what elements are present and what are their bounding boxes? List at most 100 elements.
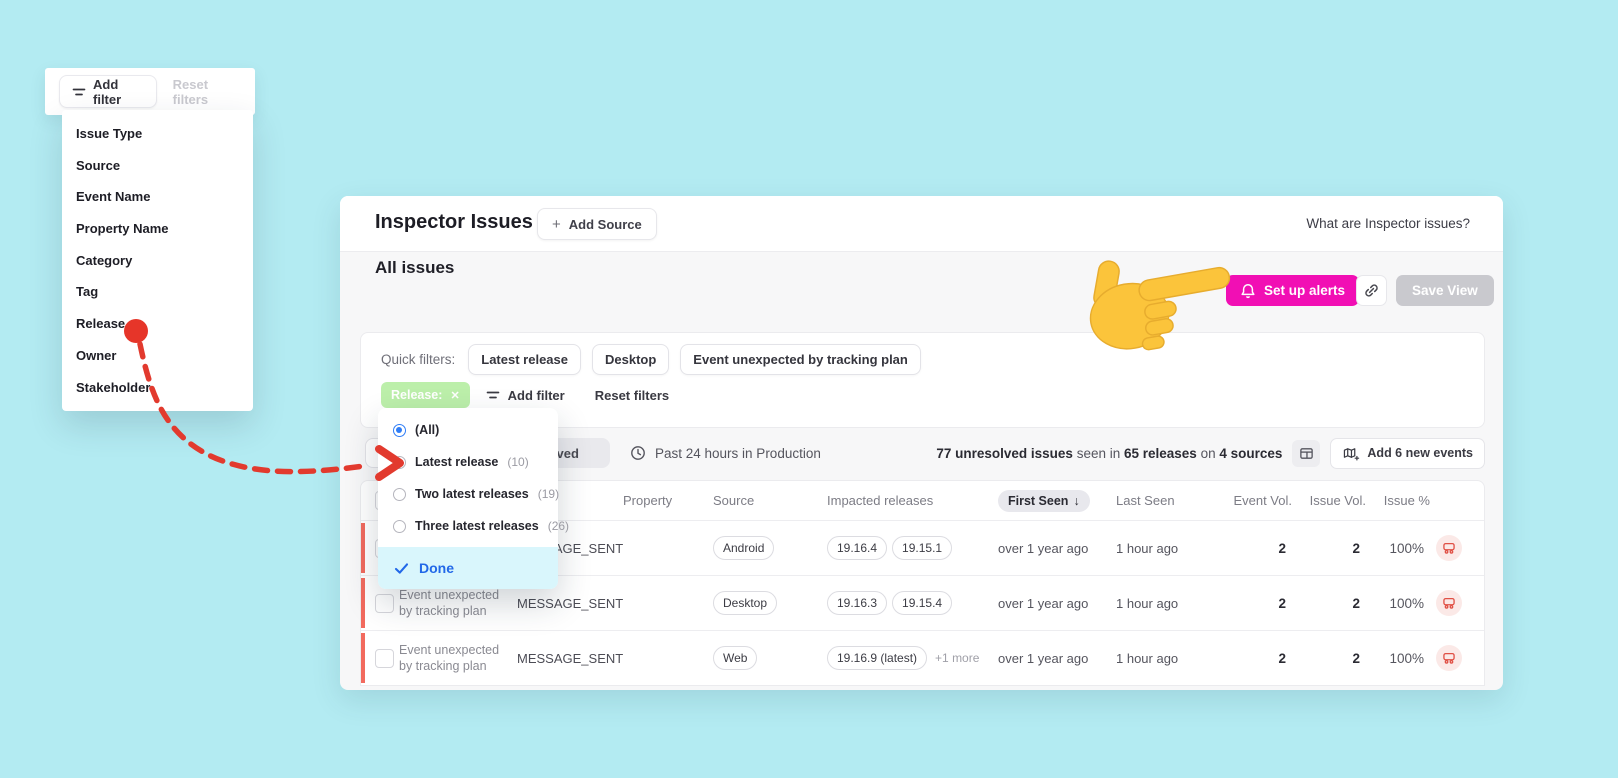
- reset-filters-button[interactable]: Reset filters: [595, 388, 669, 403]
- last-seen-cell: 1 hour ago: [1116, 540, 1179, 556]
- floating-filter-toolbar: Add filter Reset filters: [45, 68, 255, 115]
- filter-type-menu: Issue Type Source Event Name Property Na…: [62, 110, 253, 411]
- issue-pct-cell: 100%: [1389, 595, 1424, 611]
- bell-icon: [1240, 283, 1256, 299]
- add-new-events-button[interactable]: Add 6 new events: [1330, 437, 1485, 469]
- summary-issues-count: 77 unresolved issues: [936, 445, 1073, 461]
- release-badge: 19.16.9 (latest): [827, 646, 928, 670]
- active-filters-row: Release: ✕ Add filter Reset filters: [381, 382, 669, 408]
- inspector-help-link[interactable]: What are Inspector issues?: [1306, 216, 1470, 231]
- col-issue-vol[interactable]: Issue Vol.: [1298, 493, 1366, 508]
- filter-menu-item-owner[interactable]: Owner: [62, 340, 253, 372]
- release-option-label: (All): [415, 423, 440, 437]
- first-seen-cell: over 1 year ago: [998, 650, 1089, 666]
- close-icon[interactable]: ✕: [450, 389, 459, 402]
- quick-filter-latest-release[interactable]: Latest release: [468, 344, 581, 375]
- copy-link-button[interactable]: [1356, 275, 1387, 306]
- col-event-vol[interactable]: Event Vol.: [1222, 493, 1292, 508]
- link-icon: [1363, 282, 1380, 299]
- table-view-button[interactable]: [1292, 439, 1321, 467]
- tracking-plan-issue-icon: [1436, 645, 1462, 671]
- summary-releases-count: 65 releases: [1124, 445, 1197, 461]
- add-filter-label: Add filter: [93, 76, 122, 107]
- col-first-seen-sorted[interactable]: First Seen ↓: [998, 489, 1090, 512]
- filter-menu-item-issue-type[interactable]: Issue Type: [62, 118, 253, 150]
- row-checkbox[interactable]: [375, 648, 394, 668]
- col-property[interactable]: Property: [623, 493, 707, 508]
- first-seen-cell: over 1 year ago: [998, 595, 1089, 611]
- release-option-count: (10): [507, 455, 529, 469]
- issue-pct-cell: 100%: [1389, 650, 1424, 666]
- release-option-latest[interactable]: Latest release (10): [378, 446, 558, 478]
- add-filter-label: Add filter: [507, 387, 565, 403]
- filter-lines-icon: [72, 86, 86, 98]
- event-vol-cell: 2: [1278, 650, 1286, 666]
- col-impacted-releases[interactable]: Impacted releases: [827, 493, 992, 508]
- filter-menu-item-event-name[interactable]: Event Name: [62, 181, 253, 213]
- table-grid-icon: [1299, 446, 1314, 461]
- quick-filter-desktop[interactable]: Desktop: [592, 344, 670, 375]
- add-filter-button[interactable]: Add filter: [486, 388, 565, 403]
- time-range-label: Past 24 hours in Production: [655, 445, 821, 461]
- add-source-label: Add Source: [568, 216, 642, 232]
- release-option-label: Latest release: [415, 455, 499, 469]
- release-filter-chip[interactable]: Release: ✕: [381, 382, 470, 408]
- summary-sources-count: 4 sources: [1219, 445, 1283, 461]
- release-option-three-latest[interactable]: Three latest releases (26): [378, 510, 569, 542]
- panel-header: Inspector Issues + Add Source What are I…: [340, 196, 1503, 252]
- filter-menu-item-tag[interactable]: Tag: [62, 276, 253, 308]
- release-chip-label: Release:: [391, 388, 443, 402]
- tracking-plan-issue-icon: [1436, 535, 1462, 561]
- issue-vol-cell: 2: [1352, 595, 1360, 611]
- more-releases-label[interactable]: +1 more: [935, 651, 979, 665]
- filter-menu-item-release[interactable]: Release: [62, 308, 253, 340]
- done-button[interactable]: Done: [378, 547, 558, 589]
- first-seen-cell: over 1 year ago: [998, 540, 1089, 556]
- event-vol-cell: 2: [1278, 540, 1286, 556]
- col-issue-pct[interactable]: Issue %: [1372, 493, 1430, 508]
- add-new-events-label: Add 6 new events: [1367, 446, 1473, 460]
- last-seen-cell: 1 hour ago: [1116, 650, 1179, 666]
- filter-menu-item-property-name[interactable]: Property Name: [62, 213, 253, 245]
- set-up-alerts-button[interactable]: Set up alerts: [1226, 275, 1360, 306]
- issue-vol-cell: 2: [1352, 650, 1360, 666]
- release-option-label: Two latest releases: [415, 487, 529, 501]
- add-filter-button[interactable]: Add filter: [59, 75, 157, 108]
- plus-icon: +: [552, 215, 561, 233]
- release-option-two-latest[interactable]: Two latest releases (19): [378, 478, 559, 510]
- filter-menu-item-stakeholder[interactable]: Stakeholder: [62, 372, 253, 404]
- add-source-button[interactable]: + Add Source: [537, 208, 657, 240]
- done-label: Done: [419, 560, 454, 576]
- radio-icon: [393, 455, 406, 469]
- source-badge: Android: [713, 536, 775, 560]
- table-row[interactable]: Event unexpected by tracking plan MESSAG…: [361, 631, 1484, 685]
- col-source[interactable]: Source: [713, 493, 821, 508]
- issues-summary: 77 unresolved issues seen in 65 releases…: [936, 446, 1282, 461]
- release-option-all[interactable]: (All): [378, 414, 558, 446]
- page: Inspector Issues + Add Source What are I…: [0, 0, 1618, 778]
- row-checkbox[interactable]: [375, 593, 394, 613]
- col-last-seen[interactable]: Last Seen: [1116, 493, 1216, 508]
- filter-lines-icon: [486, 389, 500, 401]
- radio-icon: [393, 519, 406, 533]
- quick-filter-event-unexpected[interactable]: Event unexpected by tracking plan: [680, 344, 921, 375]
- reset-filters-button[interactable]: Reset filters: [173, 77, 241, 107]
- release-badge: 19.16.3: [827, 591, 888, 615]
- source-badge: Web: [713, 646, 758, 670]
- source-badge: Desktop: [713, 591, 778, 615]
- release-option-label: Three latest releases: [415, 519, 539, 533]
- event-name-cell: MESSAGE_SENT: [517, 650, 624, 666]
- quick-filters-label: Quick filters:: [381, 352, 456, 367]
- release-option-count: (26): [547, 519, 570, 533]
- quick-filters-row: Quick filters: Latest release Desktop Ev…: [381, 344, 921, 375]
- section-title: All issues: [375, 258, 455, 277]
- filter-menu-item-source[interactable]: Source: [62, 150, 253, 182]
- summary-text: on: [1196, 445, 1220, 461]
- save-view-button[interactable]: Save View: [1396, 275, 1494, 306]
- time-range-filter[interactable]: Past 24 hours in Production: [630, 445, 821, 461]
- page-title: Inspector Issues: [375, 211, 533, 233]
- release-badge: 19.16.4: [827, 536, 888, 560]
- filter-menu-item-category[interactable]: Category: [62, 245, 253, 277]
- release-badge: 19.15.1: [892, 536, 953, 560]
- release-filter-dropdown: (All) Latest release (10) Two latest rel…: [378, 408, 569, 589]
